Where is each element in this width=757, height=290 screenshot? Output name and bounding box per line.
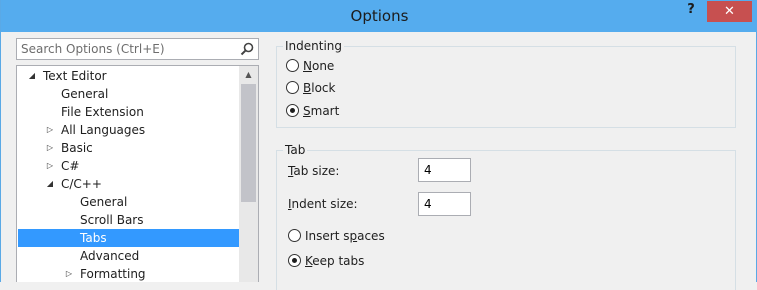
tree-item-cpp-general[interactable]: General — [18, 193, 239, 211]
tree-item-advanced[interactable]: Advanced — [18, 247, 239, 265]
tree-item-basic[interactable]: ▷ Basic — [18, 139, 239, 157]
radio-button[interactable] — [288, 254, 301, 267]
tree-item-file-extension[interactable]: File Extension — [18, 103, 239, 121]
options-tree: ◢ Text Editor General File Extension ▷ A… — [16, 65, 259, 282]
tree-item-label: Formatting — [80, 267, 146, 281]
expand-arrow-icon[interactable]: ▷ — [45, 121, 55, 139]
tree-item-label: Basic — [61, 141, 93, 155]
tree-item-general[interactable]: General — [18, 85, 239, 103]
tree-item-label: File Extension — [61, 105, 144, 119]
expand-arrow-icon[interactable]: ▷ — [45, 139, 55, 157]
title-bar[interactable]: Options ? ✕ — [1, 0, 757, 32]
tree-item-csharp[interactable]: ▷ C# — [18, 157, 239, 175]
tree-item-label: C/C++ — [61, 177, 102, 191]
indenting-group-title: Indenting — [283, 39, 345, 53]
radio-button[interactable] — [286, 59, 299, 72]
scrollbar-thumb[interactable] — [241, 84, 256, 202]
indent-size-input[interactable] — [418, 192, 471, 216]
tree-item-cpp[interactable]: ◢ C/C++ — [18, 175, 239, 193]
radio-button[interactable] — [288, 229, 301, 242]
expand-arrow-icon[interactable]: ▷ — [64, 265, 74, 282]
tab-group-title: Tab — [283, 143, 308, 157]
expand-arrow-icon[interactable]: ▷ — [45, 157, 55, 175]
collapse-arrow-icon[interactable]: ◢ — [45, 175, 55, 193]
tree-item-label: Advanced — [80, 249, 140, 263]
window-title: Options — [350, 7, 409, 25]
tab-size-input[interactable] — [418, 158, 471, 182]
indent-size-label: Indent size: — [288, 197, 358, 211]
tree-item-label: C# — [61, 159, 80, 173]
help-button[interactable]: ? — [681, 2, 701, 24]
search-icon[interactable] — [239, 41, 255, 57]
indenting-group — [276, 46, 736, 128]
tree-item-text-editor[interactable]: ◢ Text Editor — [18, 67, 239, 85]
tree-item-formatting[interactable]: ▷ Formatting — [18, 265, 239, 282]
tree-item-label: General — [61, 87, 109, 101]
tree-item-scroll-bars[interactable]: Scroll Bars — [18, 211, 239, 229]
radio-button[interactable] — [286, 81, 299, 94]
search-input[interactable] — [17, 39, 245, 59]
tree-item-label: All Languages — [61, 123, 146, 137]
tab-size-label: Tab size: — [288, 164, 340, 178]
close-button[interactable]: ✕ — [707, 1, 752, 22]
tree-item-label: Tabs — [80, 231, 107, 245]
tree-scrollbar[interactable]: ▲ — [239, 66, 258, 282]
tree-item-all-languages[interactable]: ▷ All Languages — [18, 121, 239, 139]
tree-item-tabs[interactable]: Tabs — [18, 229, 239, 247]
search-box[interactable] — [16, 38, 259, 60]
tree-item-label: General — [80, 195, 128, 209]
radio-button[interactable] — [286, 104, 299, 117]
options-dialog: Options ? ✕ ◢ Text Editor General File E… — [0, 0, 757, 290]
tree-item-label: Scroll Bars — [80, 213, 144, 227]
scroll-up-arrow-icon[interactable]: ▲ — [239, 66, 258, 84]
collapse-arrow-icon[interactable]: ◢ — [27, 67, 37, 85]
tree-item-label: Text Editor — [43, 69, 107, 83]
